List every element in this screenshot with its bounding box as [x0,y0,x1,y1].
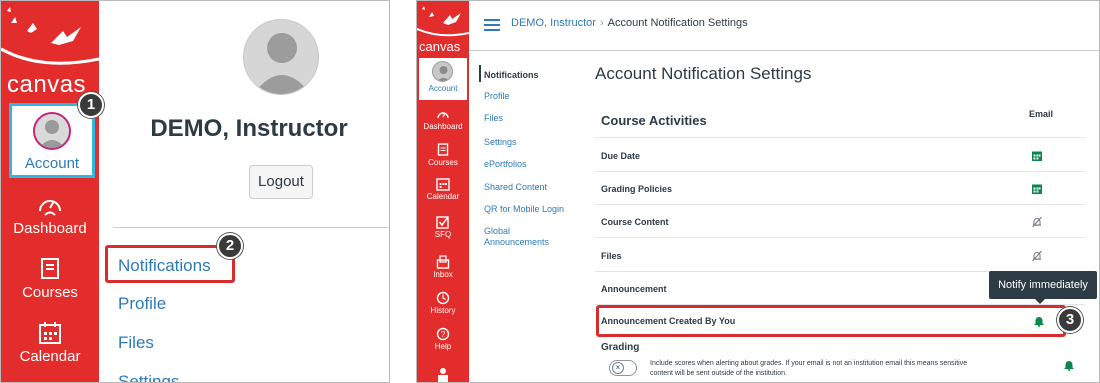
row-label-course-content: Course Content [601,217,669,227]
active-subnav-indicator [479,65,481,82]
row-divider [595,137,1085,138]
subnav-global-announcements[interactable]: Global Announcements [484,226,568,248]
left-screenshot-panel: canvas Account 1 Dashboard Courses Calen… [0,0,390,383]
subnav-notifications[interactable]: Notifications [484,70,539,81]
account-avatar-icon [33,112,71,150]
calendar-icon [436,178,450,191]
account-nav-item[interactable]: Account [419,58,467,100]
row-label-files: Files [601,251,622,261]
sfq-nav-item[interactable]: SFQ [417,215,469,239]
sfq-label: SFQ [434,230,452,239]
breadcrumb-current: Account Notification Settings [607,17,748,29]
breadcrumb: DEMO, Instructor › Account Notification Se… [511,17,748,29]
user-silhouette-icon [253,33,311,94]
calendar-label: Calendar [19,348,81,365]
user-name: DEMO, Instructor [150,115,348,142]
subnav-profile[interactable]: Profile [484,91,510,102]
notifications-link[interactable]: Notifications [118,256,211,276]
subnav-settings[interactable]: Settings [484,137,517,148]
step-2-badge: 2 [217,233,243,259]
history-icon [436,291,450,305]
sfq-icon [436,216,449,229]
email-column-header: Email [1029,109,1054,119]
courses-icon [437,143,449,156]
row-label-due-date: Due Date [601,151,641,161]
profile-avatar [243,19,319,95]
help-icon: ? [436,327,450,341]
canvas-wordmark: canvas [7,71,87,98]
dashboard-icon [39,200,61,216]
step-3-badge: 3 [1057,307,1083,333]
courses-nav-item[interactable]: Courses [1,257,99,301]
page-title: Account Notification Settings [595,64,812,83]
bell-notify-immediately-icon[interactable] [1063,359,1075,371]
right-screenshot-panel: canvas Account Dashboard Courses Calenda… [416,0,1100,383]
notify-tooltip: Notify immediately [989,271,1097,299]
bird-logo-icon[interactable] [417,1,470,41]
canvas-logo[interactable]: canvas [1,1,100,99]
dashboard-icon [437,112,449,119]
daily-calendar-icon[interactable] [1031,183,1043,195]
subnav-eportfolios[interactable]: ePortfolios [484,159,527,170]
history-label: History [430,306,456,315]
subnav-files[interactable]: Files [484,113,503,124]
inbox-label: Inbox [433,270,453,279]
dashboard-nav-item[interactable]: Dashboard [1,193,99,237]
account-avatar-icon [432,61,453,82]
section-heading: Course Activities [601,113,707,128]
files-link[interactable]: Files [118,333,154,353]
include-scores-toggle[interactable]: × [609,360,637,376]
calendar-icon [39,322,61,344]
inbox-nav-item[interactable]: Inbox [417,255,469,279]
calendar-label: Calendar [426,192,460,201]
history-nav-item[interactable]: History [417,291,469,315]
profile-link[interactable]: Profile [118,294,166,314]
row-divider [595,204,1085,205]
account-label: Account [24,155,80,172]
subnav-shared-content[interactable]: Shared Content [484,182,547,193]
dashboard-label: Dashboard [13,220,87,237]
include-scores-description: Include scores when alerting about grade… [650,360,968,377]
bell-off-icon[interactable] [1031,250,1043,262]
step-1-badge: 1 [78,92,104,118]
row-divider [595,171,1085,172]
dashboard-nav-item[interactable]: Dashboard [417,109,469,131]
tray-divider [113,227,389,228]
hamburger-menu-icon[interactable] [484,19,500,31]
global-nav-rail: canvas Account 1 Dashboard Courses Calen… [1,1,104,382]
courses-nav-item[interactable]: Courses [417,143,469,167]
subnav-qr-mobile-login[interactable]: QR for Mobile Login [484,204,564,215]
breadcrumb-user-link[interactable]: DEMO, Instructor [511,17,596,29]
calendar-nav-item[interactable]: Calendar [417,177,469,201]
courses-label: Courses [22,284,78,301]
settings-link[interactable]: Settings [118,372,179,382]
canvas-wordmark: canvas [419,39,461,54]
toggle-off-icon: × [612,362,624,374]
inbox-icon [436,255,450,269]
help-nav-item[interactable]: ? Help [417,327,469,351]
breadcrumb-separator-icon: › [599,17,604,29]
bell-notify-immediately-icon[interactable] [1033,315,1045,327]
courses-icon [41,258,59,279]
logout-button[interactable]: Logout [249,165,313,199]
grading-section-title: Grading [601,342,640,353]
tooltip-arrow [1034,298,1046,304]
row-label-announcement: Announcement [601,284,667,294]
top-bar: DEMO, Instructor › Account Notification Se… [469,1,1099,51]
bell-off-icon[interactable] [1031,216,1043,228]
account-label: Account [428,84,458,93]
dashboard-label: Dashboard [423,122,463,131]
global-nav-rail: canvas Account Dashboard Courses Calenda… [417,1,470,383]
row-divider [595,237,1085,238]
calendar-nav-item[interactable]: Calendar [1,321,99,365]
help-label: Help [434,342,452,351]
row-label-announcement-created-by-you: Announcement Created By You [601,316,736,326]
courses-label: Courses [428,158,458,167]
svg-text:?: ? [441,330,446,339]
more-nav-icon[interactable] [436,367,450,383]
daily-calendar-icon[interactable] [1031,150,1043,162]
row-label-grading-policies: Grading Policies [601,184,673,194]
